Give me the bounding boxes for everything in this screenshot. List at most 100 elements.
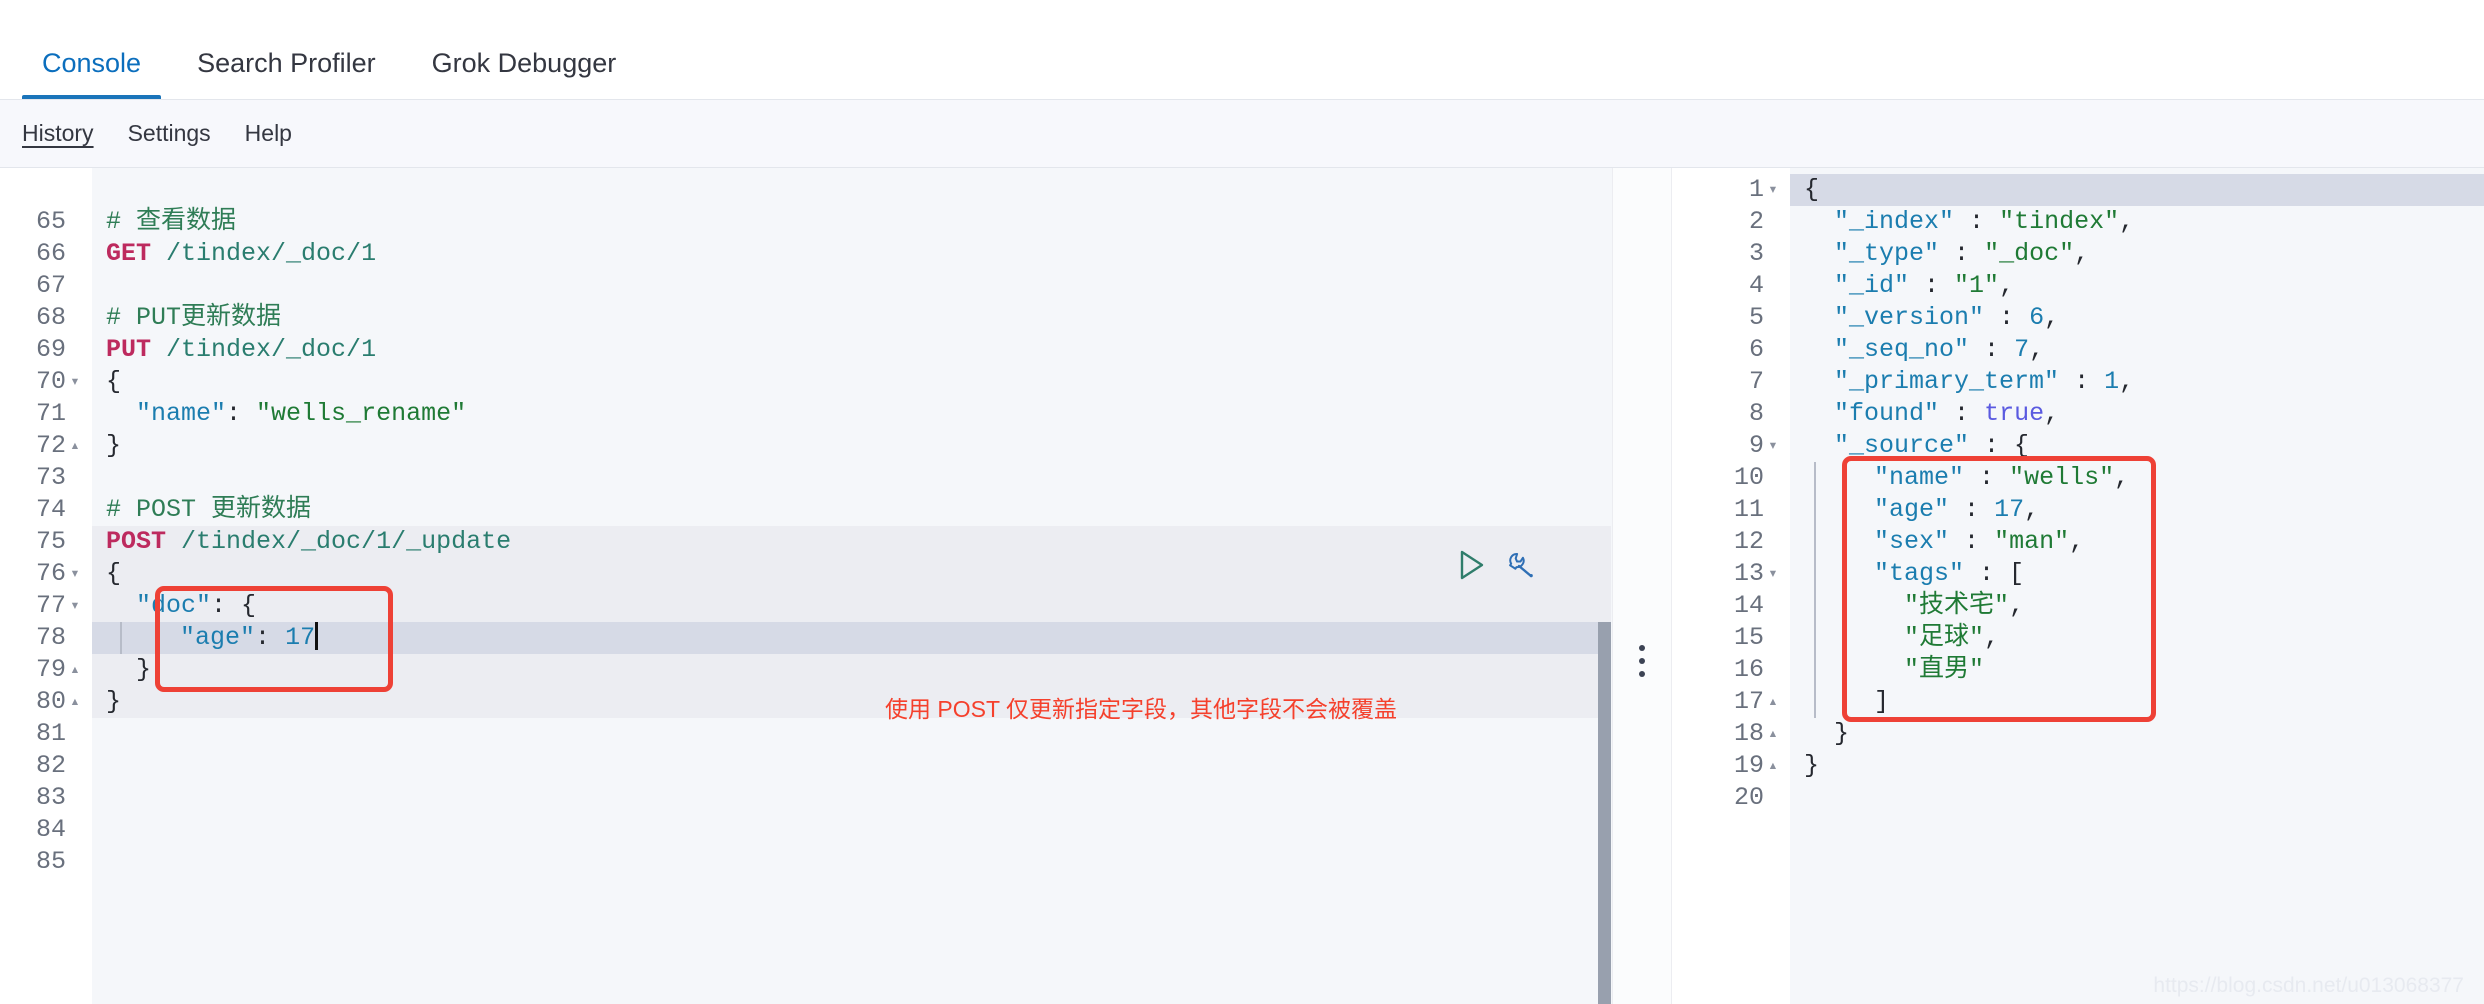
code-line[interactable] — [92, 174, 1611, 206]
code-line[interactable]: "sex" : "man", — [1790, 526, 2484, 558]
code-line[interactable]: # POST 更新数据 — [92, 494, 1611, 526]
code-line[interactable]: POST /tindex/_doc/1/_update — [92, 526, 1611, 558]
code-line[interactable]: "_type" : "_doc", — [1790, 238, 2484, 270]
code-line[interactable]: "足球", — [1790, 622, 2484, 654]
line-number: 9 ▾ — [1672, 430, 1790, 462]
code-line[interactable]: } — [92, 654, 1611, 686]
code-line[interactable]: "_primary_term" : 1, — [1790, 366, 2484, 398]
fold-down-icon[interactable]: ▾ — [1764, 182, 1782, 198]
tab-grok-debugger[interactable]: Grok Debugger — [404, 50, 645, 99]
code-line[interactable]: { — [92, 366, 1611, 398]
line-number-value: 68 — [35, 303, 66, 332]
code-line[interactable]: "doc": { — [92, 590, 1611, 622]
tab-search-profiler[interactable]: Search Profiler — [169, 50, 404, 99]
code-line[interactable] — [92, 846, 1611, 878]
line-number-value: 75 — [35, 527, 66, 556]
code-line[interactable]: "tags" : [ — [1790, 558, 2484, 590]
tab-console[interactable]: Console — [14, 50, 169, 99]
line-number-value: 78 — [35, 623, 66, 652]
subnav-item-help[interactable]: Help — [245, 122, 292, 145]
line-number-value: 5 — [1748, 303, 1764, 332]
output-code-area[interactable]: { "_index" : "tindex", "_type" : "_doc",… — [1790, 168, 2484, 1004]
code-line[interactable] — [92, 750, 1611, 782]
code-line[interactable]: "name" : "wells", — [1790, 462, 2484, 494]
subnav-item-history[interactable]: History — [22, 122, 94, 145]
line-number-value: 3 — [1748, 239, 1764, 268]
code-line[interactable]: PUT /tindex/_doc/1 — [92, 334, 1611, 366]
token-punc: } — [106, 687, 122, 716]
play-icon[interactable] — [1459, 550, 1485, 580]
token-comment: # POST 更新数据 — [106, 495, 312, 524]
line-number-value: 4 — [1748, 271, 1764, 300]
code-line[interactable]: # PUT更新数据 — [92, 302, 1611, 334]
fold-up-icon[interactable]: ▴ — [1764, 694, 1782, 710]
code-line[interactable] — [92, 270, 1611, 302]
fold-down-icon[interactable]: ▾ — [66, 566, 84, 582]
token-num: 17 — [285, 623, 316, 652]
editor-code-area[interactable]: # 查看数据 GET /tindex/_doc/1 # PUT更新数据 PUT /ti… — [92, 168, 1611, 1004]
code-line[interactable]: "_id" : "1", — [1790, 270, 2484, 302]
code-line[interactable] — [92, 462, 1611, 494]
token-punc: , — [1984, 623, 2000, 652]
fold-up-icon[interactable]: ▴ — [1764, 726, 1782, 742]
token-method: PUT — [106, 335, 152, 364]
editor-scrollbar-thumb[interactable] — [1598, 622, 1611, 1004]
code-line[interactable]: # 查看数据 — [92, 206, 1611, 238]
code-line[interactable]: "age" : 17, — [1790, 494, 2484, 526]
fold-up-icon[interactable]: ▴ — [66, 662, 84, 678]
code-line[interactable]: "_index" : "tindex", — [1790, 206, 2484, 238]
annotation-note-post: 使用 POST 仅更新指定字段，其他字段不会被覆盖 — [885, 696, 1397, 722]
line-number: 11 — [1672, 494, 1790, 526]
code-line[interactable]: GET /tindex/_doc/1 — [92, 238, 1611, 270]
fold-up-icon[interactable]: ▴ — [66, 438, 84, 454]
code-line[interactable]: } — [92, 430, 1611, 462]
console-app: Console Search Profiler Grok Debugger Hi… — [0, 0, 2484, 1004]
fold-down-icon[interactable]: ▾ — [1764, 438, 1782, 454]
code-line[interactable]: "技术宅", — [1790, 590, 2484, 622]
token-bool: true — [1984, 399, 2045, 428]
fold-up-icon[interactable]: ▴ — [66, 694, 84, 710]
line-number-value: 2 — [1748, 207, 1764, 236]
code-line[interactable]: { — [92, 558, 1611, 590]
line-number: 66 — [0, 238, 92, 270]
editor-vertical-scrollbar[interactable] — [1598, 168, 1611, 1004]
code-line[interactable]: "name": "wells_rename" — [92, 398, 1611, 430]
code-line[interactable]: ] — [1790, 686, 2484, 718]
fold-down-icon[interactable]: ▾ — [66, 598, 84, 614]
line-number-value: 16 — [1733, 655, 1764, 684]
response-output-pane[interactable]: 1 ▾ 2 3 4 5 6 7 8 9 ▾ 10 11 12 13 ▾ 14 15 16 17 ▴ 18 ▴ 19 ▴ 20 { … — [1672, 168, 2484, 1004]
code-line[interactable]: "_version" : 6, — [1790, 302, 2484, 334]
code-line[interactable]: "age": 17 — [92, 622, 1611, 654]
line-number: 15 — [1672, 622, 1790, 654]
line-number: 16 — [1672, 654, 1790, 686]
code-line[interactable]: "found" : true, — [1790, 398, 2484, 430]
code-line[interactable] — [1790, 782, 2484, 814]
code-line[interactable]: "_seq_no" : 7, — [1790, 334, 2484, 366]
code-line[interactable]: "_source" : { — [1790, 430, 2484, 462]
request-editor-pane[interactable]: 64656667686970▾7172▴73747576▾77▾7879▴80▴… — [0, 168, 1612, 1004]
token-str: "直男" — [1904, 655, 1985, 684]
code-line[interactable]: } — [1790, 750, 2484, 782]
token-punc: , — [1999, 271, 2015, 300]
code-line[interactable] — [92, 814, 1611, 846]
splitter-grip-icon[interactable] — [1639, 645, 1645, 677]
subnav-item-settings[interactable]: Settings — [128, 122, 211, 145]
pane-splitter[interactable] — [1612, 168, 1672, 1004]
line-number-value: 14 — [1733, 591, 1764, 620]
fold-down-icon[interactable]: ▾ — [1764, 566, 1782, 582]
line-number-value: 77 — [35, 591, 66, 620]
fold-up-icon[interactable]: ▴ — [1764, 758, 1782, 774]
line-number: 10 — [1672, 462, 1790, 494]
token-punc: { — [1804, 175, 1820, 204]
line-number-value: 6 — [1748, 335, 1764, 364]
code-line[interactable]: { — [1790, 174, 2484, 206]
code-line[interactable]: "直男" — [1790, 654, 2484, 686]
code-line[interactable]: } — [1790, 718, 2484, 750]
code-line[interactable] — [92, 782, 1611, 814]
token-punc: , — [2044, 303, 2060, 332]
token-punc: : — [1954, 207, 2000, 236]
wrench-icon[interactable] — [1507, 550, 1537, 580]
fold-down-icon[interactable]: ▾ — [66, 374, 84, 390]
